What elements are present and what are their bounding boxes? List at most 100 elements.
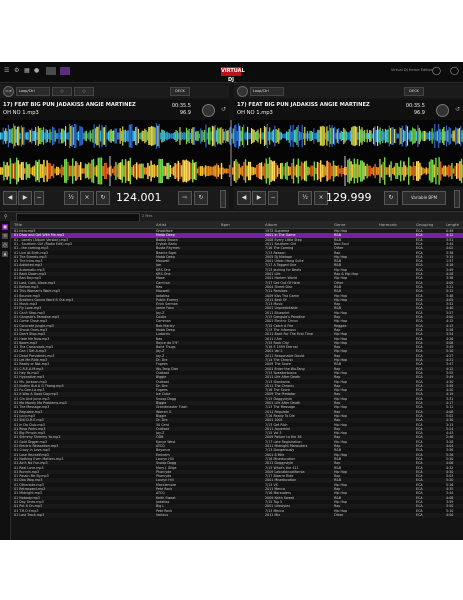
col-genre-header[interactable]: Genre [334, 222, 346, 227]
master-volume-icon[interactable]: ◯ [450, 67, 459, 75]
video-icon[interactable] [60, 67, 70, 75]
wave-bar [9, 129, 11, 143]
wave-bar [184, 160, 186, 182]
wave-bar [83, 132, 85, 140]
deck-left-sync-icon[interactable]: ↺ [221, 106, 226, 113]
wave-bar [74, 123, 76, 149]
deck-right-sync-icon[interactable]: ↺ [455, 106, 460, 113]
wave-bar [91, 133, 93, 139]
wave-bar [32, 130, 34, 142]
deck-left-fx-button[interactable]: ○ [74, 87, 94, 96]
wave-bar [289, 166, 292, 176]
deck-left-play-button[interactable]: ▶ [18, 191, 32, 205]
settings-icon[interactable]: ⚙ [14, 67, 19, 75]
deck-left-cue-play-button[interactable]: ◀ [3, 191, 17, 205]
wave-bar [416, 131, 418, 141]
headphones-icon[interactable]: ◯ [432, 67, 441, 75]
mixer-icon[interactable] [46, 67, 56, 75]
wave-bar [314, 132, 316, 140]
wave-bar [97, 126, 99, 146]
deck-left-loop-button-2[interactable]: ↻ [96, 191, 110, 205]
wave-bar [340, 130, 342, 142]
wave-bar [9, 158, 12, 184]
wave-bar [22, 127, 24, 145]
wave-bar [247, 126, 249, 146]
deck-right-cue-button[interactable] [237, 86, 248, 97]
wave-bar [395, 162, 397, 180]
col-length-header[interactable]: Length [446, 222, 459, 227]
waveform-display[interactable] [0, 120, 463, 186]
wave-bar [37, 126, 39, 146]
wave-bar [223, 131, 225, 141]
wave-bar [168, 162, 170, 180]
wave-bar [371, 133, 373, 139]
wave-bar [398, 166, 400, 176]
wave-bar [361, 160, 364, 182]
wave-bar [6, 162, 8, 180]
sidebar-item-history[interactable]: ◷ [2, 242, 8, 248]
wave-bar [345, 131, 347, 141]
wave-bar [204, 165, 207, 177]
col-harmonic-header[interactable]: Harmonic [379, 222, 397, 227]
deck-left-half-button[interactable]: ½ [64, 191, 78, 205]
menu-icon[interactable]: ☰ [4, 67, 9, 75]
deck-right-bpm: 129.999 [326, 191, 372, 204]
record-icon[interactable]: ● [34, 67, 39, 75]
deck-left-pitch-slider[interactable] [220, 190, 226, 208]
wave-bar [403, 129, 405, 143]
wave-bar [35, 127, 37, 145]
deck-right-deck-button[interactable]: DECK [404, 87, 424, 96]
deck-right-half-button[interactable]: ½ [298, 191, 312, 205]
deck-left-gain-knob[interactable] [202, 104, 215, 117]
table-row[interactable]: 01 Last Track.mp3 Various 2011 Mix Other ECA… [11, 512, 463, 518]
deck-left-loop-button[interactable]: ○ [52, 87, 72, 96]
deck-right-pitch-down-button[interactable]: − [268, 191, 278, 205]
wave-bar [157, 125, 159, 147]
wave-bar [174, 163, 176, 179]
wave-bar [133, 131, 136, 141]
wave-bar [287, 131, 289, 141]
sidebar-item-folders[interactable]: ■ [2, 224, 8, 230]
deck-right-play-button[interactable]: ▶ [252, 191, 266, 205]
layout-icon[interactable]: ▦ [24, 67, 30, 75]
deck-right-gain-knob[interactable] [436, 104, 449, 117]
wave-bar [174, 131, 176, 141]
col-title-header[interactable]: Title [14, 222, 22, 227]
deck-left-tap-button[interactable]: ⇨ [178, 191, 192, 205]
wave-bar [67, 161, 69, 181]
deck-left-deck-button[interactable]: DECK [170, 87, 190, 96]
deck-right-cue-play-button[interactable]: ◀ [237, 191, 251, 205]
sidebar-item-playlists[interactable]: ☰ [2, 233, 8, 239]
wave-bar [432, 159, 434, 183]
wave-bar [19, 164, 21, 178]
deck-left-pitch-down-button[interactable]: − [34, 191, 44, 205]
wave-bar [163, 165, 165, 177]
sidebar-item-filters[interactable]: ▲ [2, 251, 8, 257]
wave-bar [88, 162, 90, 180]
col-album-header[interactable]: Album [265, 222, 277, 227]
deck-left-mode-select[interactable]: Loop/Ctrl [16, 87, 50, 96]
wave-bar [256, 131, 258, 141]
wave-bar [268, 157, 271, 185]
deck-left-sync-button[interactable]: ↻ [194, 191, 208, 205]
deck-right-pitch-slider[interactable] [454, 190, 460, 208]
deck-right-variable-bpm-button[interactable]: Variable BPM [402, 191, 446, 205]
wave-bar [131, 167, 133, 175]
col-bpm-header[interactable]: Bpm [221, 222, 230, 227]
wave-bar [215, 130, 217, 142]
wave-bar [270, 132, 272, 140]
wave-bar [302, 132, 305, 140]
col-grouping-header[interactable]: Grouping [416, 222, 433, 227]
wave-bar [386, 129, 388, 143]
deck-right-mode-select[interactable]: Loop/Ctrl [250, 87, 284, 96]
wave-bar [66, 132, 68, 140]
wave-bar [167, 132, 169, 140]
wave-bar [345, 166, 348, 176]
deck-left-double-button[interactable]: × [80, 191, 94, 205]
deck-right-sync-button[interactable]: ↻ [384, 191, 398, 205]
deck-left-cue-button[interactable]: CUE [3, 86, 14, 97]
col-artist-header[interactable]: Artist [156, 222, 166, 227]
wave-bar [241, 126, 243, 146]
deck-right-bpm-small: 96.9 [413, 110, 425, 116]
wave-bar [111, 130, 113, 142]
